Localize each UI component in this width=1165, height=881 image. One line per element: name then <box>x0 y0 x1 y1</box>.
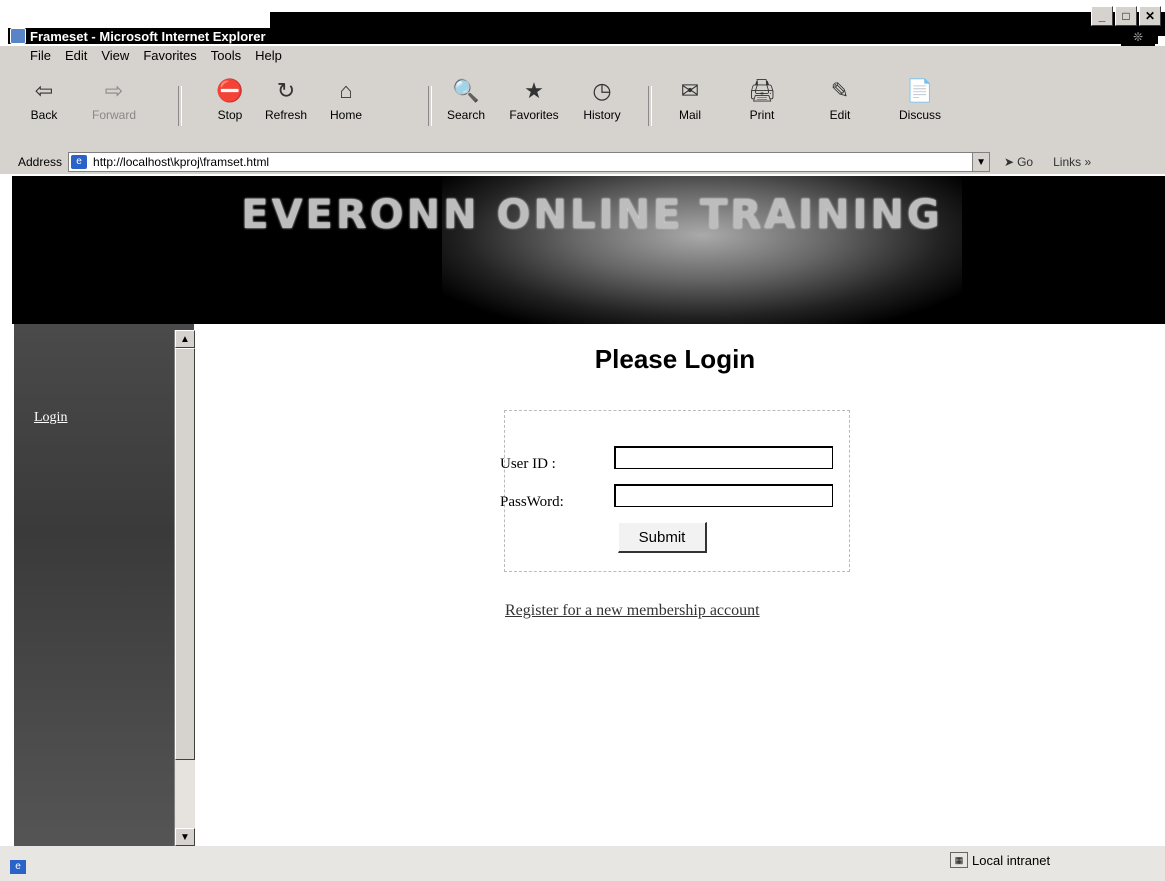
toolbar-separator <box>428 86 432 126</box>
edit-label: Edit <box>829 108 851 122</box>
status-bar: e ▦ Local intranet <box>0 846 1165 881</box>
toolbar-separator <box>178 86 182 126</box>
history-icon: ◷ <box>592 78 612 103</box>
menu-bar: File Edit View Favorites Tools Help <box>0 46 1165 64</box>
forward-label: Forward <box>91 108 136 122</box>
left-nav-scrollbar[interactable]: ▲ ▼ <box>174 330 195 846</box>
login-nav-link[interactable]: Login <box>34 410 67 426</box>
refresh-label: Refresh <box>264 108 308 122</box>
maximize-button[interactable]: □ <box>1115 6 1137 26</box>
banner-frame: EVERONN ONLINE TRAINING <box>12 176 1165 324</box>
register-link[interactable]: Register for a new membership account <box>505 602 760 620</box>
menu-edit[interactable]: Edit <box>65 48 87 63</box>
address-bar: Address e http://localhost\kproj\framset… <box>0 150 1165 174</box>
print-button[interactable]: 🖨 Print <box>732 76 792 136</box>
refresh-icon: ↻ <box>276 78 296 103</box>
scroll-up-icon[interactable]: ▲ <box>175 330 195 348</box>
discuss-button[interactable]: 📄 Discuss <box>890 76 950 136</box>
throbber-icon: ❊ <box>1121 28 1155 46</box>
standard-toolbar: ⇦ Back ⇨ Forward ⛔ Stop ↻ Refresh ⌂ Home… <box>0 64 1165 156</box>
favorites-label: Favorites <box>509 108 559 122</box>
user-id-label: User ID : <box>500 456 556 472</box>
address-label: Address <box>18 155 63 169</box>
search-icon: 🔍 <box>452 78 480 103</box>
left-nav-frame: Login <box>14 324 194 846</box>
home-button[interactable]: ⌂ Home <box>316 76 376 136</box>
mail-label: Mail <box>678 108 701 122</box>
print-label: Print <box>749 108 775 122</box>
address-input[interactable]: e http://localhost\kproj\framset.html ▼ <box>68 152 991 172</box>
stop-button[interactable]: ⛔ Stop <box>200 76 260 136</box>
window-titlebar: _ □ ✕ Frameset - Microsoft Internet Expl… <box>0 0 1165 46</box>
page-icon: e <box>71 155 88 169</box>
go-label: Go <box>1017 155 1034 169</box>
menu-favorites[interactable]: Favorites <box>143 48 196 63</box>
home-label: Home <box>329 108 362 122</box>
discuss-label: Discuss <box>898 108 941 122</box>
intranet-zone-icon: ▦ <box>950 852 968 868</box>
links-button[interactable]: Links » <box>1053 155 1091 169</box>
favorites-button[interactable]: ★ Favorites <box>504 76 564 136</box>
edit-icon: ✎ <box>830 78 850 103</box>
address-dropdown-icon[interactable]: ▼ <box>972 153 990 171</box>
forward-arrow-icon: ⇨ <box>104 78 124 103</box>
scroll-thumb[interactable] <box>175 348 195 760</box>
password-label: PassWord: <box>500 494 564 510</box>
user-id-input[interactable] <box>614 446 833 469</box>
toolbar-separator <box>648 86 652 126</box>
home-icon: ⌂ <box>339 78 353 103</box>
menu-help[interactable]: Help <box>255 48 282 63</box>
search-label: Search <box>446 108 486 122</box>
address-url: http://localhost\kproj\framset.html <box>93 155 270 169</box>
edit-button[interactable]: ✎ Edit <box>810 76 870 136</box>
scroll-down-icon[interactable]: ▼ <box>175 828 195 846</box>
favorites-icon: ★ <box>524 78 544 103</box>
password-input[interactable] <box>614 484 833 507</box>
submit-button[interactable]: Submit <box>618 522 707 553</box>
history-button[interactable]: ◷ History <box>572 76 632 136</box>
print-icon: 🖨 <box>748 78 776 103</box>
security-zone: ▦ Local intranet <box>950 852 1050 868</box>
page-status-icon: e <box>10 860 26 874</box>
titlebar-text-row: Frameset - Microsoft Internet Explorer <box>8 28 1158 44</box>
history-label: History <box>583 108 621 122</box>
mail-button[interactable]: ✉ Mail <box>660 76 720 136</box>
forward-button[interactable]: ⇨ Forward <box>84 76 144 136</box>
stop-icon: ⛔ <box>216 78 244 103</box>
menu-tools[interactable]: Tools <box>211 48 241 63</box>
back-label: Back <box>30 108 58 122</box>
close-button[interactable]: ✕ <box>1139 6 1161 26</box>
ie-logo-icon <box>10 28 26 44</box>
search-button[interactable]: 🔍 Search <box>436 76 496 136</box>
mail-icon: ✉ <box>680 78 700 103</box>
go-button[interactable]: ➤ Go <box>1004 155 1033 169</box>
zone-label: Local intranet <box>972 852 1051 868</box>
stop-label: Stop <box>217 108 243 122</box>
back-arrow-icon: ⇦ <box>34 78 54 103</box>
banner-title: EVERONN ONLINE TRAINING <box>241 192 943 238</box>
window-title: Frameset - Microsoft Internet Explorer <box>30 28 266 44</box>
page-title: Please Login <box>594 344 756 374</box>
menu-view[interactable]: View <box>101 48 129 63</box>
go-arrow-icon: ➤ <box>1004 155 1015 169</box>
minimize-button[interactable]: _ <box>1091 6 1113 26</box>
window-controls: _ □ ✕ <box>1091 6 1161 26</box>
menu-file[interactable]: File <box>30 48 51 63</box>
back-button[interactable]: ⇦ Back <box>14 76 74 136</box>
refresh-button[interactable]: ↻ Refresh <box>256 76 316 136</box>
discuss-icon: 📄 <box>906 78 934 103</box>
